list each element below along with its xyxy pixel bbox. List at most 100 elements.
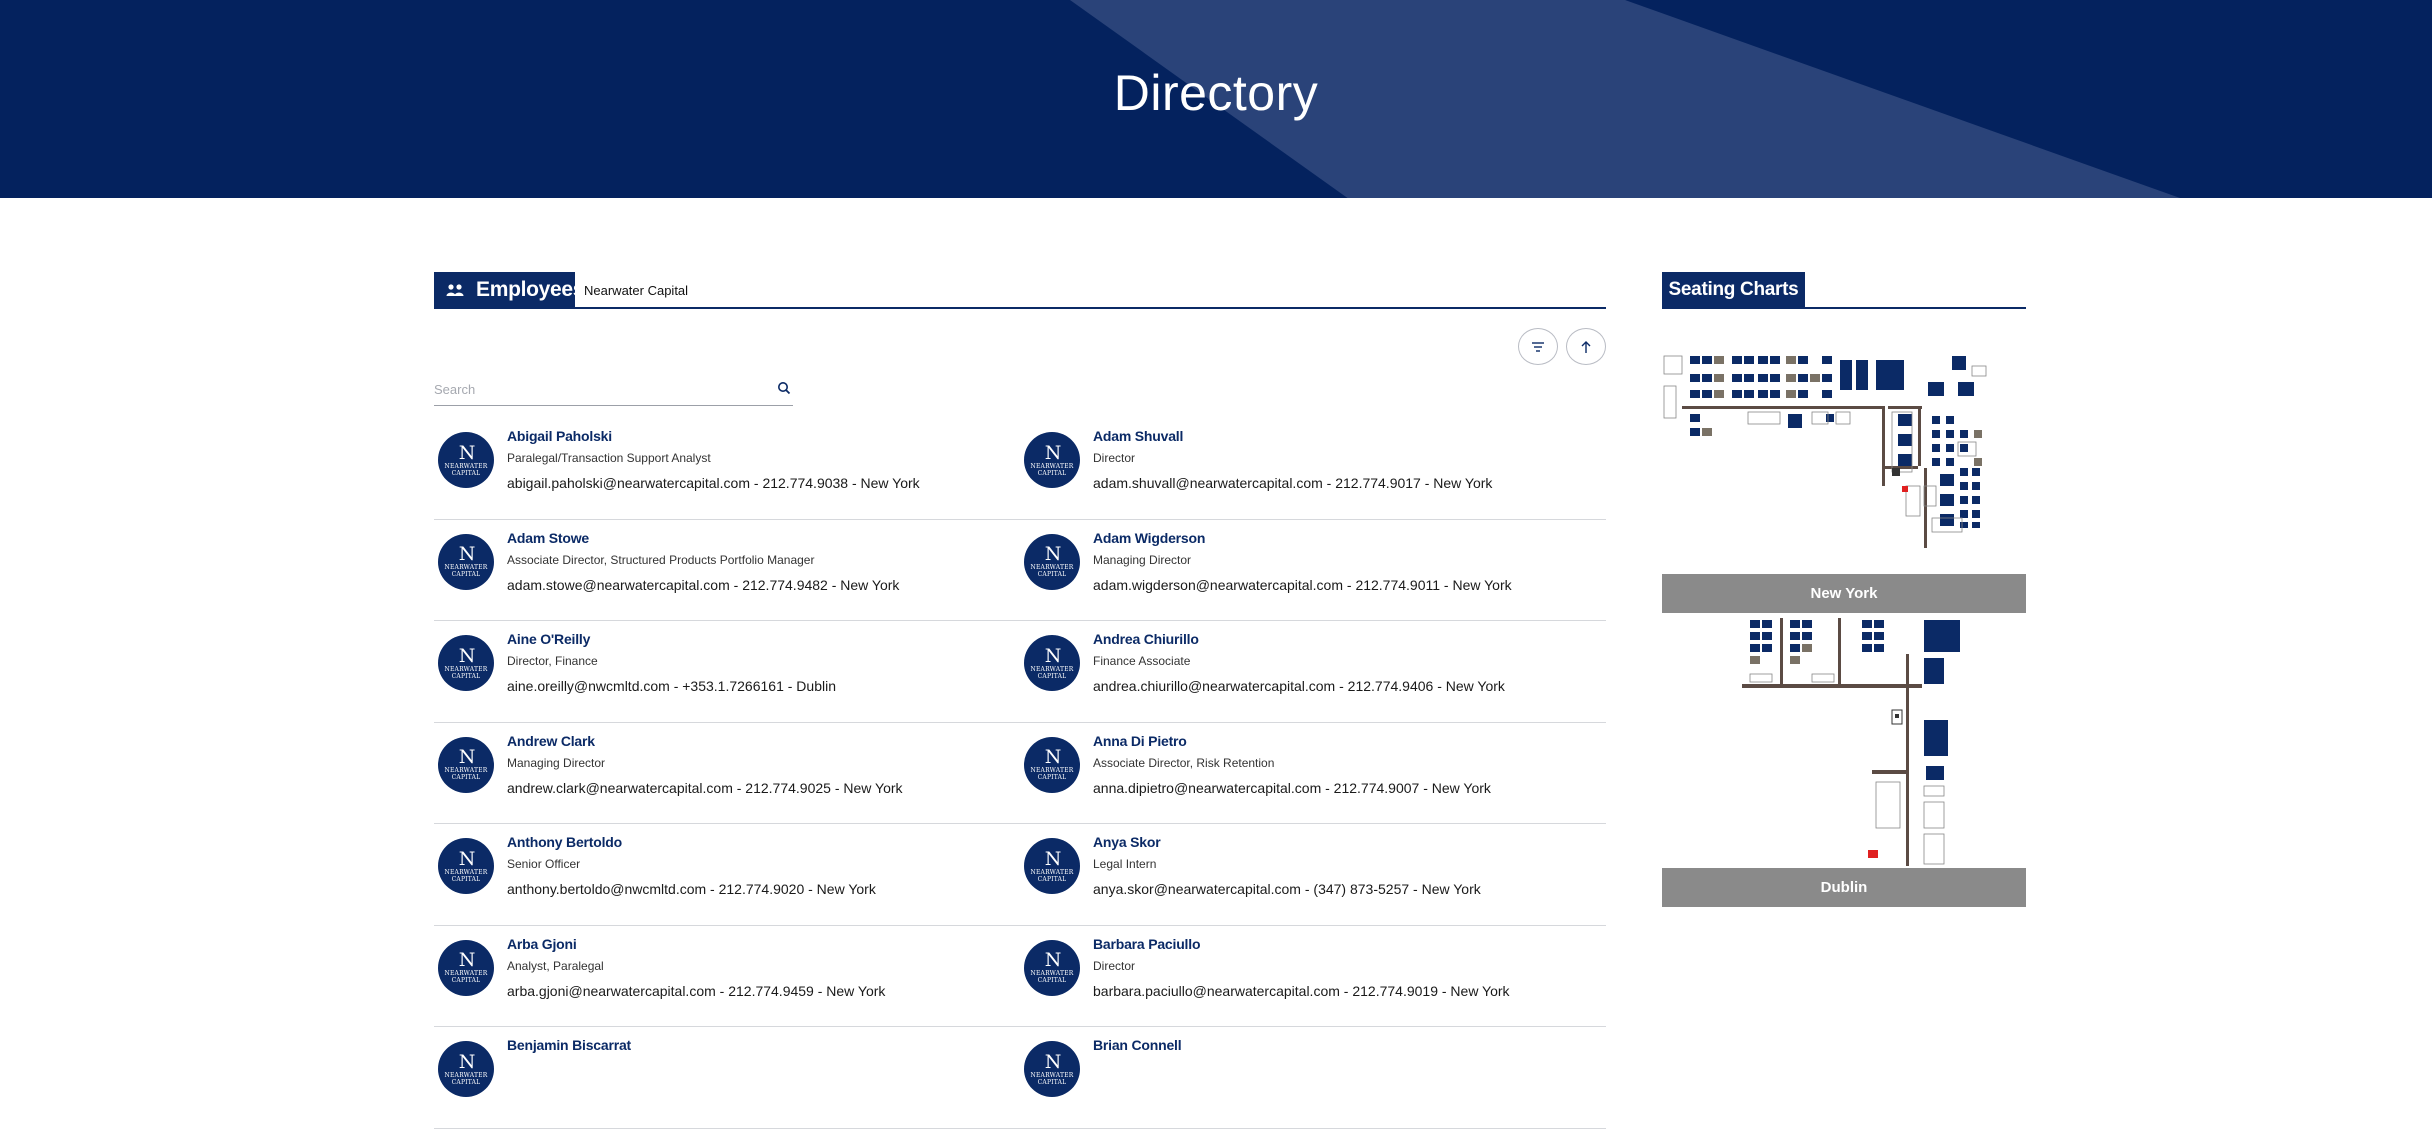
employees-tab[interactable]: Employees — [434, 272, 584, 308]
avatar-monogram: N — [1044, 746, 1062, 768]
employee-card[interactable]: N NEARWATER CAPITAL Adam Shuvall Director ad… — [1020, 418, 1590, 519]
employee-card[interactable]: N NEARWATER CAPITAL Brian Connell — [1020, 1027, 1590, 1128]
employees-header: Employees Nearwater Capital — [434, 272, 1606, 309]
employee-card[interactable]: N NEARWATER CAPITAL Anthony Bertoldo Senior… — [434, 824, 1004, 925]
employee-card[interactable]: N NEARWATER CAPITAL Benjamin Biscarrat — [434, 1027, 1004, 1128]
employee-title: Managing Director — [507, 755, 606, 770]
avatar: N NEARWATER CAPITAL — [1024, 838, 1080, 894]
employee-title: Legal Intern — [1093, 857, 1157, 871]
avatar-monogram: N — [1044, 644, 1062, 667]
employee-name[interactable]: Arba Gjoni — [507, 936, 577, 952]
employee-card[interactable]: N NEARWATER CAPITAL Barbara Paciullo Direct… — [1020, 926, 1590, 1027]
avatar: N NEARWATER CAPITAL — [1024, 939, 1080, 996]
employee-contact: barbara.paciullo@nearwatercapital.com - … — [1093, 982, 1510, 999]
avatar-monogram: N — [1044, 1050, 1062, 1073]
employee-row: N NEARWATER CAPITAL Arba Gjoni Analyst, Par… — [434, 926, 1606, 1027]
people-icon — [446, 282, 464, 298]
filter-button[interactable] — [1518, 328, 1558, 365]
employee-contact: adam.stowe@nearwatercapital.com - 212.77… — [507, 576, 900, 593]
map-label-dublin[interactable]: Dublin — [1662, 868, 2026, 907]
avatar-monogram: N — [458, 1050, 476, 1073]
employee-row: N NEARWATER CAPITAL Adam Stowe Associate Di… — [434, 520, 1606, 621]
company-filter-label[interactable]: Nearwater Capital — [584, 283, 688, 298]
employee-card[interactable]: N NEARWATER CAPITAL Arba Gjoni Analyst, Par… — [434, 926, 1004, 1027]
employee-name[interactable]: Anya Skor — [1093, 834, 1161, 850]
employee-card[interactable]: N NEARWATER CAPITAL Abigail Paholski Parale… — [434, 418, 1004, 519]
employee-name[interactable]: Aine O'Reilly — [507, 631, 590, 647]
employee-name[interactable]: Benjamin Biscarrat — [507, 1037, 631, 1053]
employee-row: N NEARWATER CAPITAL Benjamin Biscarrat N NEA… — [434, 1027, 1606, 1129]
employee-name[interactable]: Anthony Bertoldo — [507, 834, 622, 850]
avatar: N NEARWATER CAPITAL — [1024, 635, 1080, 691]
avatar-monogram: N — [458, 644, 476, 667]
employee-card[interactable]: N NEARWATER CAPITAL Adam Stowe Associate Di… — [434, 520, 1004, 621]
employee-list: N NEARWATER CAPITAL Abigail Paholski Parale… — [434, 418, 1606, 1129]
employee-name[interactable]: Adam Wigderson — [1093, 530, 1205, 546]
avatar-monogram: N — [458, 949, 476, 971]
search-icon[interactable] — [777, 381, 791, 395]
employee-title: Director — [1093, 958, 1136, 973]
seating-map-new-york[interactable]: New York — [1662, 346, 2026, 614]
map-label-new-york[interactable]: New York — [1662, 574, 2026, 613]
avatar-logo-text: NEARWATER CAPITAL — [1030, 1071, 1074, 1086]
seating-charts-header: Seating Charts — [1662, 272, 2026, 309]
employee-row: N NEARWATER CAPITAL Andrew Clark Managing D… — [434, 723, 1606, 824]
avatar-logo-text: NEARWATER CAPITAL — [444, 767, 488, 781]
avatar-logo-text: NEARWATER CAPITAL — [444, 564, 488, 578]
employee-card[interactable]: N NEARWATER CAPITAL Adam Wigderson Managing… — [1020, 520, 1590, 621]
employee-name[interactable]: Abigail Paholski — [507, 428, 612, 444]
employee-contact: adam.shuvall@nearwatercapital.com - 212.… — [1093, 475, 1493, 491]
avatar-monogram: N — [1044, 847, 1062, 870]
avatar-logo-text: NEARWATER CAPITAL — [1030, 767, 1074, 781]
employee-title: Director, Finance — [507, 654, 598, 668]
employee-card[interactable]: N NEARWATER CAPITAL Anna Di Pietro Associat… — [1020, 723, 1590, 824]
employee-contact: adam.wigderson@nearwatercapital.com - 21… — [1093, 576, 1512, 593]
employee-name[interactable]: Adam Shuvall — [1093, 428, 1183, 444]
employee-row: N NEARWATER CAPITAL Aine O'Reilly Director,… — [434, 621, 1606, 723]
avatar-logo-text: NEARWATER CAPITAL — [1030, 970, 1074, 984]
avatar-logo-text: NEARWATER CAPITAL — [1030, 665, 1074, 680]
avatar-logo-text: NEARWATER CAPITAL — [444, 462, 488, 477]
employee-contact: abigail.paholski@nearwatercapital.com - … — [507, 475, 920, 491]
employee-row: N NEARWATER CAPITAL Anthony Bertoldo Senior… — [434, 824, 1606, 926]
employee-title: Paralegal/Transaction Support Analyst — [507, 451, 711, 465]
search-placeholder: Search — [434, 382, 476, 397]
employee-title: Analyst, Paralegal — [507, 958, 604, 973]
avatar-monogram: N — [1044, 949, 1062, 971]
employee-card[interactable]: N NEARWATER CAPITAL Aine O'Reilly Director,… — [434, 621, 1004, 722]
avatar: N NEARWATER CAPITAL — [438, 1041, 494, 1097]
employees-tab-label: Employees — [476, 278, 585, 301]
avatar: N NEARWATER CAPITAL — [438, 635, 494, 691]
employee-contact: aine.oreilly@nwcmltd.com - +353.1.726616… — [507, 678, 836, 694]
search-field[interactable]: Search — [434, 378, 793, 406]
employee-card[interactable]: N NEARWATER CAPITAL Anya Skor Legal Intern a… — [1020, 824, 1590, 925]
employee-card[interactable]: N NEARWATER CAPITAL Andrea Chiurillo Financ… — [1020, 621, 1590, 722]
employee-name[interactable]: Andrew Clark — [507, 733, 595, 749]
page-banner: Directory — [0, 0, 2432, 198]
employee-contact: anna.dipietro@nearwatercapital.com - 212… — [1093, 779, 1491, 796]
employee-contact: anthony.bertoldo@nwcmltd.com - 212.774.9… — [507, 881, 876, 897]
employee-card[interactable]: N NEARWATER CAPITAL Andrew Clark Managing D… — [434, 723, 1004, 824]
employee-name[interactable]: Anna Di Pietro — [1093, 733, 1187, 749]
sort-button[interactable] — [1566, 328, 1606, 365]
employee-title: Director — [1093, 451, 1136, 465]
avatar: N NEARWATER CAPITAL — [438, 432, 494, 488]
avatar-logo-text: NEARWATER CAPITAL — [1030, 868, 1074, 883]
avatar-monogram: N — [458, 847, 476, 870]
employee-contact: arba.gjoni@nearwatercapital.com - 212.77… — [507, 982, 886, 999]
employee-contact: andrew.clark@nearwatercapital.com - 212.… — [507, 779, 903, 796]
seating-charts-tab[interactable]: Seating Charts — [1662, 272, 1805, 308]
employee-name[interactable]: Adam Stowe — [507, 530, 589, 546]
seating-map-dublin[interactable]: Dublin — [1662, 614, 2026, 907]
avatar: N NEARWATER CAPITAL — [438, 736, 494, 793]
avatar-logo-text: NEARWATER CAPITAL — [444, 665, 488, 680]
avatar-monogram: N — [1044, 543, 1062, 565]
avatar-monogram: N — [458, 441, 476, 464]
avatar-monogram: N — [458, 746, 476, 768]
avatar-logo-text: NEARWATER CAPITAL — [444, 1071, 488, 1086]
employee-contact: andrea.chiurillo@nearwatercapital.com - … — [1093, 678, 1505, 694]
employee-name[interactable]: Andrea Chiurillo — [1093, 631, 1199, 647]
employee-name[interactable]: Brian Connell — [1093, 1037, 1182, 1053]
employee-name[interactable]: Barbara Paciullo — [1093, 936, 1200, 952]
avatar-logo-text: NEARWATER CAPITAL — [444, 970, 488, 984]
